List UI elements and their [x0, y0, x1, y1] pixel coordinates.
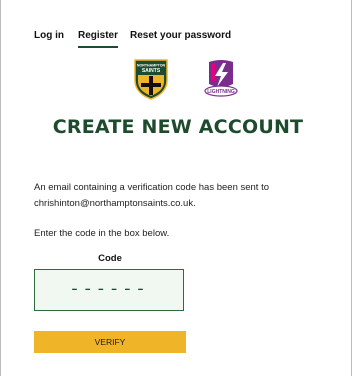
northampton-lightning-logo: LIGHTNING: [204, 60, 238, 97]
lightning-logo-text: LIGHTNING: [207, 89, 235, 95]
saints-logo-line2: SAINTS: [142, 68, 161, 74]
logo-row: NORTHAMPTON SAINTS LIGHTNING: [1, 58, 354, 102]
tab-reset-password[interactable]: Reset your password: [130, 30, 231, 41]
code-instruction: Enter the code in the box below.: [34, 228, 170, 239]
verification-message: An email containing a verification code …: [34, 180, 334, 212]
tab-log-in[interactable]: Log in: [34, 30, 64, 41]
verify-button[interactable]: VERIFY: [34, 331, 186, 353]
northampton-saints-logo: NORTHAMPTON SAINTS: [134, 59, 168, 100]
page-frame: Log in Register Reset your password NORT…: [0, 0, 352, 376]
verification-message-line1: An email containing a verification code …: [34, 182, 270, 193]
code-label: Code: [98, 253, 122, 264]
verification-message-email: chrishinton@northamptonsaints.co.uk.: [34, 198, 196, 209]
page-title: CREATE NEW ACCOUNT: [52, 116, 304, 138]
tab-register[interactable]: Register: [78, 30, 119, 48]
verification-code-input[interactable]: [34, 269, 184, 311]
saints-logo-line1: NORTHAMPTON: [137, 64, 166, 68]
